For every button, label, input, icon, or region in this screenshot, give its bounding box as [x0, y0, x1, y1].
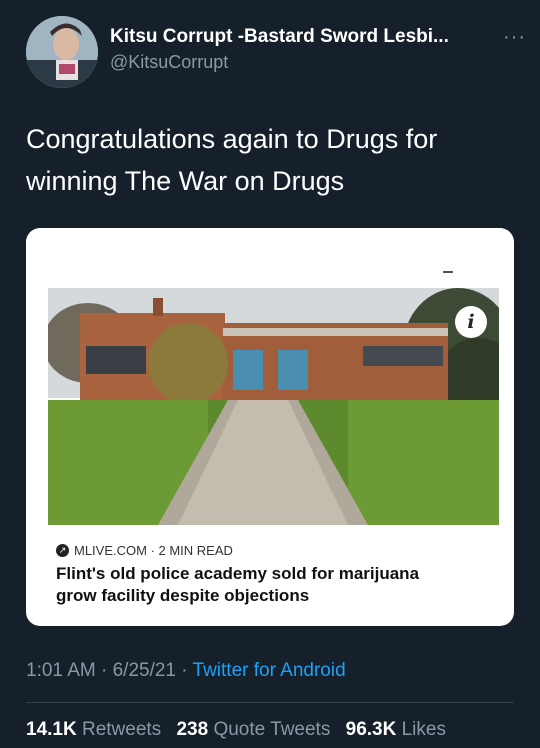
user-names: Kitsu Corrupt -Bastard Sword Lesbi... @K…	[110, 26, 480, 73]
tweet-header: Kitsu Corrupt -Bastard Sword Lesbi... @K…	[26, 16, 526, 88]
card-headline-line: grow facility despite objections	[56, 586, 310, 605]
retweets-label: Retweets	[81, 719, 162, 740]
source-link-icon: ↗	[56, 544, 69, 557]
tweet-client-link[interactable]: Twitter for Android	[193, 660, 346, 681]
tweet-text: Congratulations again to Drugs for winni…	[26, 118, 506, 202]
display-name[interactable]: Kitsu Corrupt -Bastard Sword Lesbi...	[110, 26, 480, 48]
info-icon[interactable]: i	[455, 306, 487, 338]
card-headline-line: Flint's old police academy sold for mari…	[56, 564, 420, 583]
link-preview-card[interactable]: i ↗ MLIVE.COM · 2 MIN READ Flint's old p…	[26, 228, 514, 626]
quote-tweets-label: Quote Tweets	[213, 719, 331, 740]
divider	[26, 702, 514, 703]
card-dash	[443, 271, 453, 273]
tweet-stats: 14.1K Retweets 238 Quote Tweets 96.3K Li…	[26, 719, 456, 741]
tweet-text-line: Congratulations again to Drugs for	[26, 124, 438, 154]
more-options-icon[interactable]: ···	[503, 26, 526, 49]
tweet-meta: 1:01 AM · 6/25/21 · Twitter for Android	[26, 660, 346, 682]
avatar[interactable]	[26, 16, 98, 88]
tweet-timestamp[interactable]: 1:01 AM · 6/25/21 ·	[26, 660, 193, 681]
card-source-text: MLIVE.COM · 2 MIN READ	[74, 543, 233, 558]
card-source: ↗ MLIVE.COM · 2 MIN READ	[56, 543, 233, 558]
tweet-text-line: winning The War on Drugs	[26, 166, 345, 196]
likes-stat[interactable]: 96.3K Likes	[346, 719, 446, 740]
retweets-stat[interactable]: 14.1K Retweets	[26, 719, 161, 740]
quote-tweets-stat[interactable]: 238 Quote Tweets	[176, 719, 330, 740]
retweets-count: 14.1K	[26, 719, 77, 740]
card-headline[interactable]: Flint's old police academy sold for mari…	[56, 563, 496, 607]
user-handle[interactable]: @KitsuCorrupt	[110, 52, 480, 73]
quote-tweets-count: 238	[176, 719, 209, 740]
likes-count: 96.3K	[345, 719, 397, 740]
article-photo[interactable]: i	[48, 288, 499, 525]
likes-label: Likes	[401, 719, 446, 740]
